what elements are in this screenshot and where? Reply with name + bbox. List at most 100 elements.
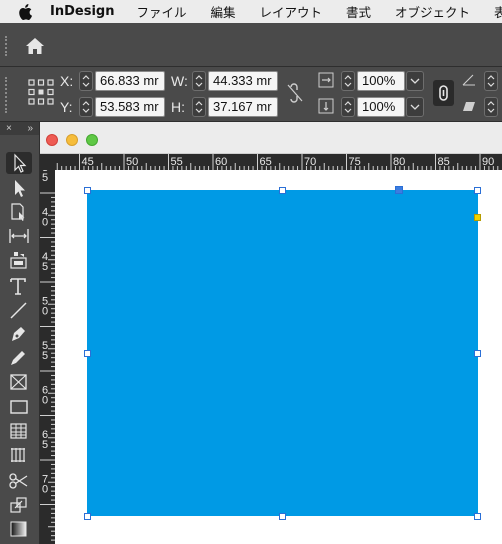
content-collector-tool[interactable] xyxy=(8,250,30,270)
direct-selection-tool[interactable] xyxy=(8,178,30,198)
menu-file[interactable]: ファイル xyxy=(136,2,186,21)
x-stepper[interactable] xyxy=(79,71,93,91)
ruler-label: 0 xyxy=(42,217,48,229)
ruler-label: 55 xyxy=(171,156,183,168)
close-window-button[interactable] xyxy=(46,134,58,146)
tools-panel: × » xyxy=(0,122,40,544)
pen-tool[interactable] xyxy=(8,324,30,344)
menu-edit[interactable]: 編集 xyxy=(210,2,235,21)
pencil-tool[interactable] xyxy=(8,348,30,368)
scale-x-dropdown[interactable] xyxy=(406,71,424,91)
ruler-label: 70 xyxy=(304,156,316,168)
constrain-proportions-icon[interactable] xyxy=(286,83,304,103)
handle-bottom-left[interactable] xyxy=(84,513,91,520)
menu-type[interactable]: 書式 xyxy=(346,2,371,21)
rectangle-tool[interactable] xyxy=(8,397,30,417)
ruler-label: 80 xyxy=(393,156,405,168)
type-tool[interactable] xyxy=(8,276,30,296)
ruler-label: 65 xyxy=(260,156,272,168)
rectangle-frame-tool[interactable] xyxy=(8,372,30,392)
document-window: 4045505560657075808590 3540455055606570 xyxy=(40,122,502,544)
h-field[interactable]: 37.167 mr xyxy=(208,97,278,117)
menu-layout[interactable]: レイアウト xyxy=(260,2,323,21)
collapse-panel-icon[interactable]: » xyxy=(27,123,33,134)
scale-x-icon xyxy=(318,72,334,88)
page-canvas[interactable] xyxy=(55,170,502,544)
gap-tool[interactable] xyxy=(8,226,30,246)
center-point-handle[interactable] xyxy=(395,186,403,194)
scissors-tool[interactable] xyxy=(8,471,30,491)
h-stepper[interactable] xyxy=(192,97,206,117)
tools-panel-header: × » xyxy=(0,122,39,135)
ruler-label: 5 xyxy=(42,350,48,362)
gradient-swatch-tool[interactable] xyxy=(8,519,30,539)
vertical-ruler[interactable]: 3540455055606570 xyxy=(40,170,55,544)
reference-point-icon[interactable] xyxy=(28,79,54,105)
scale-x-stepper[interactable] xyxy=(341,71,355,91)
apple-menu-icon[interactable] xyxy=(18,0,32,23)
ruler-label: 0 xyxy=(42,306,48,318)
selected-rectangle[interactable] xyxy=(87,190,478,516)
panel-grip[interactable] xyxy=(5,36,7,56)
ruler-origin[interactable] xyxy=(40,154,55,170)
ruler-label: 5 xyxy=(42,261,48,273)
panel-grip[interactable] xyxy=(5,77,7,113)
menu-table[interactable]: 表 xyxy=(494,2,502,21)
x-label: X: xyxy=(60,73,74,89)
ruler-label: 5 xyxy=(42,439,48,451)
ruler-label: 5 xyxy=(42,172,48,184)
horizontal-grid-tool[interactable] xyxy=(8,445,30,465)
corner-options-widget[interactable] xyxy=(474,214,481,221)
ruler-label: 0 xyxy=(42,395,48,407)
table-tool[interactable] xyxy=(8,421,30,441)
scale-x-field[interactable]: 100% xyxy=(357,71,405,91)
ruler-label: 50 xyxy=(126,156,138,168)
rotate-stepper[interactable] xyxy=(484,71,498,91)
shear-angle-icon xyxy=(463,102,475,111)
handle-top-right[interactable] xyxy=(474,187,481,194)
x-field[interactable]: 66.833 mr xyxy=(95,71,165,91)
application-bar xyxy=(0,23,502,67)
scale-y-icon xyxy=(318,98,334,114)
document-titlebar xyxy=(40,122,502,154)
zoom-window-button[interactable] xyxy=(86,134,98,146)
menu-app-name[interactable]: InDesign xyxy=(50,4,114,19)
ruler-label: 75 xyxy=(349,156,361,168)
constrain-scale-button[interactable] xyxy=(433,80,454,106)
handle-bottom-right[interactable] xyxy=(474,513,481,520)
ruler-label: 0 xyxy=(42,484,48,496)
handle-top-left[interactable] xyxy=(84,187,91,194)
scale-y-field[interactable]: 100% xyxy=(357,97,405,117)
page-tool[interactable] xyxy=(8,202,30,222)
scale-y-dropdown[interactable] xyxy=(406,97,424,117)
y-label: Y: xyxy=(60,99,73,115)
y-field[interactable]: 53.583 mr xyxy=(95,97,165,117)
horizontal-ruler[interactable]: 4045505560657075808590 xyxy=(55,154,502,170)
horizontal-ruler-ticks: 4045505560657075808590 xyxy=(56,154,499,170)
w-stepper[interactable] xyxy=(192,71,206,91)
scale-y-stepper[interactable] xyxy=(341,97,355,117)
handle-top-center[interactable] xyxy=(279,187,286,194)
y-stepper[interactable] xyxy=(79,97,93,117)
handle-bottom-center[interactable] xyxy=(279,513,286,520)
menu-object[interactable]: オブジェクト xyxy=(395,2,470,21)
w-field[interactable]: 44.333 mr xyxy=(208,71,278,91)
h-label: H: xyxy=(171,99,185,115)
ruler-label: 60 xyxy=(215,156,227,168)
free-transform-tool[interactable] xyxy=(8,495,30,515)
selection-tool[interactable] xyxy=(6,152,32,174)
ruler-label: 90 xyxy=(482,156,494,168)
line-tool[interactable] xyxy=(8,300,30,320)
handle-middle-left[interactable] xyxy=(84,350,91,357)
ruler-label: 85 xyxy=(438,156,450,168)
handle-middle-right[interactable] xyxy=(474,350,481,357)
menu-bar: InDesign ファイル 編集 レイアウト 書式 オブジェクト 表 xyxy=(0,0,502,23)
shear-stepper[interactable] xyxy=(484,97,498,117)
home-icon[interactable] xyxy=(25,37,45,55)
minimize-window-button[interactable] xyxy=(66,134,78,146)
vertical-ruler-ticks: 3540455055606570 xyxy=(40,170,55,541)
close-panel-icon[interactable]: × xyxy=(6,123,12,134)
control-panel: X: 66.833 mr Y: 53.583 mr W: 44.333 mr H… xyxy=(0,67,502,122)
w-label: W: xyxy=(171,73,188,89)
ruler-label: 45 xyxy=(82,156,94,168)
